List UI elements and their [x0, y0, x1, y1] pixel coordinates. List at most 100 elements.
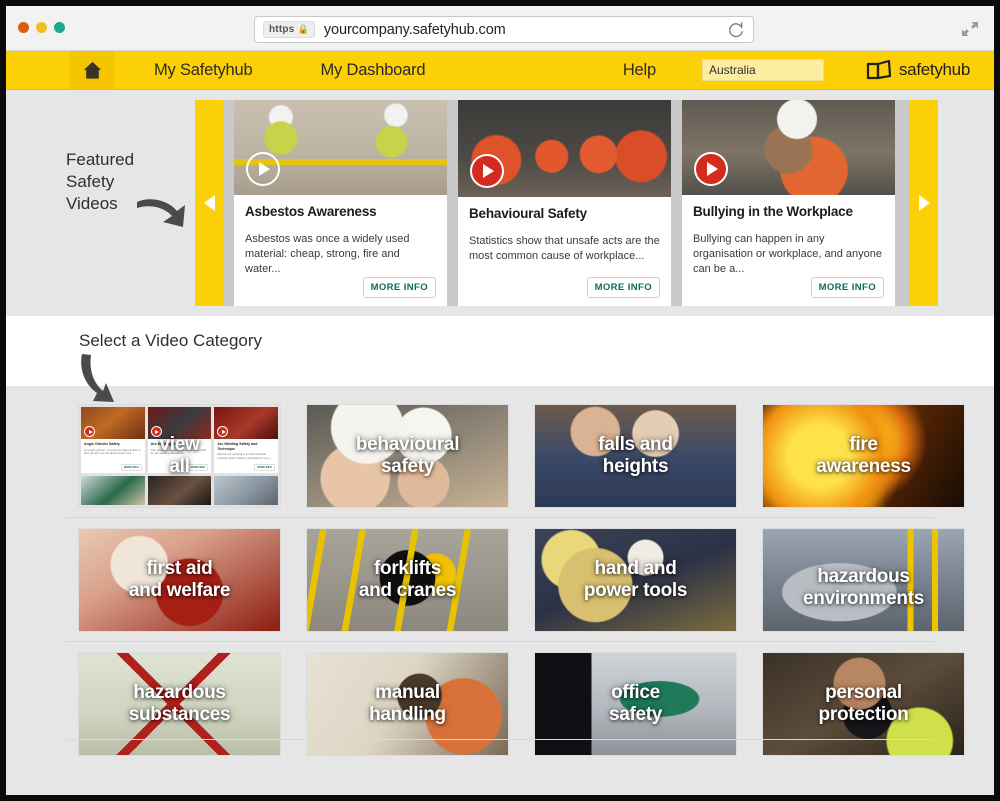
category-label-line2: and welfare [128, 580, 231, 601]
nav-link-help[interactable]: Help [605, 51, 674, 89]
address-bar[interactable]: https 🔒 yourcompany.safetyhub.com [254, 16, 754, 43]
category-tile-behavioural-safety[interactable]: behavioural safety [306, 404, 509, 508]
select-category-title: Select a Video Category [79, 331, 263, 350]
category-tile-office-safety[interactable]: office safety [534, 652, 737, 756]
featured-card[interactable]: Behavioural Safety Statistics show that … [458, 100, 671, 306]
category-tile-label: fire awareness [763, 434, 964, 478]
category-label-line1: forklifts [374, 558, 441, 579]
featured-card-title: Behavioural Safety [469, 206, 587, 221]
featured-card-desc: Asbestos was once a widely used material… [245, 233, 410, 275]
category-label-line2: handling [369, 704, 446, 725]
https-badge: https 🔒 [263, 21, 315, 38]
category-label-line1: manual [375, 682, 440, 703]
featured-card[interactable]: Asbestos Awareness Asbestos was once a w… [234, 100, 447, 306]
site-nav-bar: My Safetyhub My Dashboard Help Australia… [6, 51, 994, 90]
curved-arrow-right-icon [134, 194, 192, 236]
more-info-button[interactable]: MORE INFO [810, 277, 884, 298]
nav-link-my-dashboard[interactable]: My Dashboard [303, 51, 444, 89]
play-icon[interactable] [246, 152, 280, 186]
category-tile-label: falls and heights [535, 434, 736, 478]
nav-home-button[interactable] [70, 51, 114, 89]
featured-heading-line1: Featured [66, 150, 135, 169]
category-tile-forklifts-and-cranes[interactable]: forklifts and cranes [306, 528, 509, 632]
category-label-line2: substances [128, 704, 231, 725]
category-tile-view-all[interactable]: Angle Grinder Safety An angle grinder, s… [78, 404, 281, 508]
category-tile-label: office safety [535, 682, 736, 726]
category-label-line2: awareness [816, 456, 911, 477]
region-select-value: Australia [708, 63, 756, 77]
carousel-prev-button[interactable] [195, 100, 223, 306]
category-tile-label: manual handling [307, 682, 508, 726]
category-tile-label: view all [79, 434, 280, 478]
category-grid: Angle Grinder Safety An angle grinder, s… [6, 386, 994, 756]
more-info-button[interactable]: MORE INFO [586, 277, 660, 298]
category-tile-first-aid-and-welfare[interactable]: first aid and welfare [78, 528, 281, 632]
category-label-line1: first aid [146, 558, 213, 579]
reload-icon[interactable] [727, 21, 745, 39]
carousel-track: Asbestos Awareness Asbestos was once a w… [223, 100, 910, 306]
featured-heading-line3: Videos [66, 194, 118, 213]
category-tile-label: hand and power tools [535, 558, 736, 602]
folder-icon [866, 59, 892, 81]
mini-video-card [81, 476, 145, 505]
lock-icon: 🔒 [297, 24, 309, 34]
category-tile-label: hazardous substances [79, 682, 280, 726]
mini-video-card [147, 476, 212, 505]
category-label-line2: environments [803, 588, 924, 610]
category-label-line2: power tools [583, 580, 688, 601]
category-label-line2: safety [608, 704, 663, 725]
category-tile-manual-handling[interactable]: manual handling [306, 652, 509, 756]
category-label-line2: heights [602, 456, 669, 477]
category-tile-label: forklifts and cranes [307, 558, 508, 602]
category-label-line1: hand and [594, 558, 677, 579]
expand-icon[interactable] [960, 19, 980, 39]
featured-card-title: Asbestos Awareness [245, 204, 377, 219]
category-label-line1: falls and [598, 434, 673, 455]
play-icon[interactable] [470, 154, 504, 188]
category-tile-falls-and-heights[interactable]: falls and heights [534, 404, 737, 508]
featured-card[interactable]: Bullying in the Workplace Bullying can h… [682, 100, 895, 306]
featured-card-body: Asbestos Awareness Asbestos was once a w… [234, 195, 447, 306]
more-info-button[interactable]: MORE INFO [362, 277, 436, 298]
category-label-line2: safety [380, 456, 435, 477]
play-icon[interactable] [694, 152, 728, 186]
category-label-line2: protection [818, 704, 909, 725]
category-tile-personal-protection[interactable]: personal protection [762, 652, 965, 756]
category-tile-label: personal protection [763, 682, 964, 726]
bottom-divider [66, 739, 934, 740]
category-label-line1: view [159, 434, 200, 455]
featured-card-thumbnail[interactable] [458, 100, 671, 197]
featured-card-thumbnail[interactable] [682, 100, 895, 195]
nav-link-label: Help [622, 60, 656, 79]
category-label-line1: fire [849, 434, 878, 455]
https-label: https [269, 24, 295, 35]
nav-link-my-safetyhub[interactable]: My Safetyhub [136, 51, 271, 89]
featured-card-thumbnail[interactable] [234, 100, 447, 195]
minimize-button[interactable] [36, 22, 47, 33]
browser-chrome: https 🔒 yourcompany.safetyhub.com [6, 6, 994, 51]
category-label-line1: behavioural [355, 434, 460, 455]
carousel-next-button[interactable] [910, 100, 938, 306]
category-label-line1: personal [825, 682, 902, 703]
browser-window: https 🔒 yourcompany.safetyhub.com My Saf… [0, 0, 1000, 801]
close-button[interactable] [18, 22, 29, 33]
zoom-button[interactable] [54, 22, 65, 33]
row-divider [66, 517, 934, 518]
home-icon [82, 60, 103, 81]
nav-link-label: My Dashboard [320, 60, 426, 79]
featured-card-desc: Statistics show that unsafe acts are the… [469, 235, 660, 262]
featured-heading-line2: Safety [66, 172, 115, 191]
brand-logo[interactable]: safetyhub [866, 51, 970, 89]
category-tile-hazardous-substances[interactable]: hazardous substances [78, 652, 281, 756]
category-label-line2: and cranes [358, 580, 457, 601]
select-category-band: Select a Video Category [6, 316, 994, 402]
window-content: https 🔒 yourcompany.safetyhub.com My Saf… [6, 6, 994, 795]
region-select[interactable]: Australia [701, 59, 824, 81]
category-tile-hand-and-power-tools[interactable]: hand and power tools [534, 528, 737, 632]
category-tile-label: first aid and welfare [79, 558, 280, 602]
category-tile-hazardous-environments[interactable]: hazardous environments [762, 528, 965, 632]
triangle-right-icon [918, 195, 930, 211]
category-label-line1: hazardous [133, 682, 226, 703]
featured-card-desc: Bullying can happen in any organisation … [693, 233, 882, 275]
category-tile-fire-awareness[interactable]: fire awareness [762, 404, 965, 508]
